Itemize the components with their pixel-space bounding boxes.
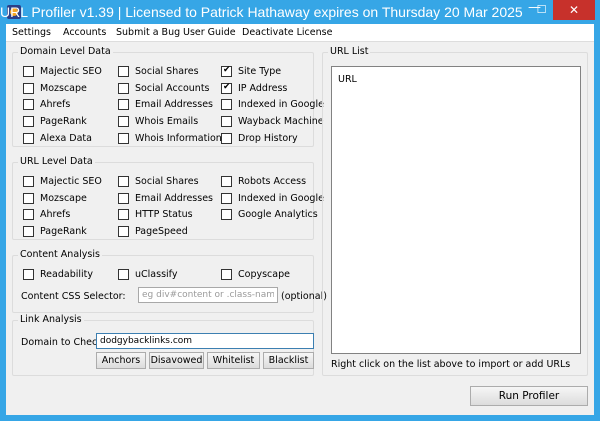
checkbox-label: PageRank <box>40 116 87 128</box>
checkbox-label: Drop History <box>238 132 298 144</box>
checkbox-label: Mozscape <box>40 192 87 204</box>
menu-settings[interactable]: Settings <box>12 27 51 38</box>
url-level-group: URL Level Data Majectic SEO Social Shares… <box>12 156 324 240</box>
domain-level-group: Domain Level Data Majectic SEO Social Sha… <box>12 46 324 147</box>
client-area: Settings Accounts Submit a Bug User Guid… <box>6 24 594 415</box>
checkbox-box[interactable] <box>221 176 232 187</box>
run-profiler-button[interactable]: Run Profiler <box>470 386 588 406</box>
checkbox-box[interactable] <box>221 192 232 204</box>
checkbox-label: Indexed in Google <box>238 99 324 111</box>
checkbox-label: PageSpeed <box>135 225 188 237</box>
checkbox-label: Social Shares <box>135 176 199 187</box>
url-list-hint: Right click on the list above to import … <box>331 359 571 370</box>
css-selector-label: Content CSS Selector: <box>21 291 126 302</box>
checkbox-box[interactable] <box>23 225 34 237</box>
checkbox-label: Email Addresses <box>135 99 214 111</box>
checkbox-label: Alexa Data <box>40 132 92 144</box>
menu-submit-bug[interactable]: Submit a Bug <box>116 27 180 38</box>
checkbox-box[interactable] <box>23 132 34 144</box>
checkbox-label: Mozscape <box>40 82 87 94</box>
checkbox-label: Ahrefs <box>40 99 71 111</box>
checkbox-label: Robots Access <box>238 176 307 187</box>
checkbox-box[interactable] <box>118 82 129 94</box>
blacklist-button[interactable]: Blacklist <box>263 352 314 369</box>
checkbox-label: Ahrefs <box>40 209 71 220</box>
checkbox-box[interactable] <box>23 82 34 94</box>
url-level-title: URL Level Data <box>18 156 95 167</box>
css-selector-input[interactable] <box>138 287 278 303</box>
checkbox-box[interactable] <box>23 269 34 280</box>
checkbox-box[interactable] <box>118 116 129 128</box>
menu-user-guide[interactable]: User Guide <box>183 27 236 38</box>
title-bar[interactable]: URL Profiler v1.39 | Licensed to Patrick… <box>0 0 600 24</box>
app-window: URL Profiler v1.39 | Licensed to Patrick… <box>0 0 600 421</box>
checkbox-label: Email Addresses <box>135 192 214 204</box>
window-title: URL Profiler v1.39 | Licensed to Patrick… <box>0 4 523 20</box>
checkbox-box[interactable] <box>221 209 232 220</box>
disavowed-button[interactable]: Disavowed <box>149 352 204 369</box>
maximize-button[interactable]: ☐ <box>529 0 554 20</box>
checkbox-box[interactable] <box>23 116 34 128</box>
checkbox-box[interactable] <box>118 66 129 77</box>
checkbox-label: Copyscape <box>238 269 290 280</box>
checkbox-label: HTTP Status <box>135 209 193 220</box>
whitelist-button[interactable]: Whitelist <box>207 352 260 369</box>
domain-to-check-input[interactable] <box>96 333 314 349</box>
checkbox-box[interactable] <box>221 132 232 144</box>
url-list-group: URL List URL Right click on the list abo… <box>322 46 588 376</box>
checkbox-label: Readability <box>40 269 93 280</box>
menu-bar: Settings Accounts Submit a Bug User Guid… <box>6 24 594 42</box>
checkbox-label: Indexed in Google <box>238 192 324 204</box>
checkbox-label: Majectic SEO <box>40 176 102 187</box>
checkbox-label: Whois Emails <box>135 116 199 128</box>
checkbox-box[interactable] <box>118 225 129 237</box>
checkbox-label: Wayback Machine <box>238 116 324 128</box>
url-list-title: URL List <box>328 46 371 57</box>
checkbox-label: IP Address <box>238 82 288 94</box>
content-analysis-group: Content Analysis Readability uClassify Cop… <box>12 249 327 313</box>
checkbox-box[interactable] <box>221 269 232 280</box>
close-button[interactable]: ✕ <box>553 0 595 20</box>
anchors-button[interactable]: Anchors <box>96 352 146 369</box>
checkbox-box[interactable] <box>221 116 232 128</box>
checkbox-box[interactable] <box>23 99 34 111</box>
checkbox-label: Majectic SEO <box>40 66 102 77</box>
optional-label: (optional) <box>281 291 327 302</box>
link-analysis-group: Link Analysis Domain to Check: Anchors D… <box>12 314 314 376</box>
checkbox-box[interactable] <box>23 209 34 220</box>
checkbox-label: uClassify <box>135 269 178 280</box>
link-analysis-title: Link Analysis <box>18 314 84 325</box>
checkbox-label: Google Analytics <box>238 209 318 220</box>
checkbox-box[interactable] <box>23 176 34 187</box>
checkbox-label: Site Type <box>238 66 282 77</box>
checkbox-label: Whois Information <box>135 132 222 144</box>
checkbox-box[interactable] <box>118 176 129 187</box>
checkbox-box[interactable] <box>221 82 232 94</box>
url-column-header[interactable]: URL <box>338 74 357 85</box>
checkbox-box[interactable] <box>118 132 129 144</box>
checkbox-box[interactable] <box>23 66 34 77</box>
checkbox-box[interactable] <box>221 65 232 77</box>
checkbox-box[interactable] <box>118 269 129 280</box>
domain-to-check-label: Domain to Check: <box>21 337 106 348</box>
checkbox-box[interactable] <box>23 192 34 204</box>
checkbox-label: Social Shares <box>135 66 199 77</box>
menu-deactivate-license[interactable]: Deactivate License <box>242 27 332 38</box>
checkbox-label: PageRank <box>40 225 87 237</box>
checkbox-box[interactable] <box>221 99 232 111</box>
checkbox-box[interactable] <box>118 209 129 220</box>
content-analysis-title: Content Analysis <box>18 249 102 260</box>
url-list-box[interactable]: URL <box>331 66 581 354</box>
domain-level-title: Domain Level Data <box>18 46 113 57</box>
menu-accounts[interactable]: Accounts <box>63 27 106 38</box>
checkbox-label: Social Accounts <box>135 82 210 94</box>
checkbox-box[interactable] <box>118 99 129 111</box>
checkbox-box[interactable] <box>118 192 129 204</box>
